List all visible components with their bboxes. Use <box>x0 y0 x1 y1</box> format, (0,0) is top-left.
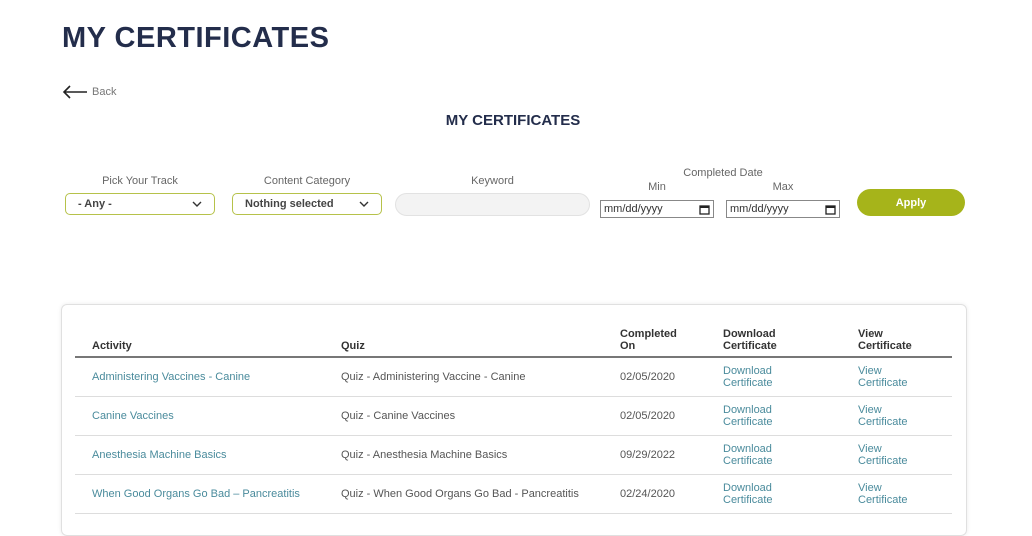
chevron-down-icon <box>359 201 369 207</box>
download-certificate-link[interactable]: Download Certificate <box>723 365 783 389</box>
table-row: When Good Organs Go Bad – Pancreatitis Q… <box>75 474 952 514</box>
header-quiz: Quiz <box>324 319 603 358</box>
min-date-input[interactable]: mm/dd/yyyy <box>600 200 714 218</box>
header-download: Download Certificate <box>706 319 841 358</box>
track-label: Pick Your Track <box>102 175 178 187</box>
quiz-cell: Quiz - Administering Vaccine - Canine <box>324 357 603 397</box>
table-row: Anesthesia Machine Basics Quiz - Anesthe… <box>75 435 952 475</box>
table-row: Administering Vaccines - Canine Quiz - A… <box>75 357 952 397</box>
download-certificate-link[interactable]: Download Certificate <box>723 404 783 428</box>
header-completed-on: Completed On <box>603 319 706 358</box>
quiz-cell: Quiz - Canine Vaccines <box>324 396 603 436</box>
chevron-down-icon <box>192 201 202 207</box>
calendar-icon[interactable] <box>699 204 710 215</box>
section-title: MY CERTIFICATES <box>445 112 581 129</box>
calendar-icon[interactable] <box>825 204 836 215</box>
completed-date-cell: 02/24/2020 <box>603 474 706 514</box>
back-link[interactable]: Back <box>62 85 116 99</box>
category-select[interactable]: Nothing selected <box>232 193 382 215</box>
min-date-placeholder: mm/dd/yyyy <box>604 203 663 215</box>
activity-link[interactable]: Administering Vaccines - Canine <box>92 371 250 383</box>
completed-date-cell: 02/05/2020 <box>603 357 706 397</box>
apply-button[interactable]: Apply <box>857 189 965 216</box>
view-certificate-link[interactable]: View Certificate <box>858 404 918 428</box>
arrow-left-icon <box>62 85 87 99</box>
category-value: Nothing selected <box>245 198 334 210</box>
completed-date-cell: 02/05/2020 <box>603 396 706 436</box>
header-view: View Certificate <box>841 319 952 358</box>
back-label: Back <box>92 86 117 98</box>
activity-link[interactable]: Canine Vaccines <box>92 410 174 422</box>
certificates-card: Activity Quiz Completed On Download Cert… <box>61 304 967 536</box>
view-certificate-link[interactable]: View Certificate <box>858 365 918 389</box>
completed-date-label: Completed Date <box>683 167 763 179</box>
min-label: Min <box>648 181 666 193</box>
activity-link[interactable]: Anesthesia Machine Basics <box>92 449 227 461</box>
table-row: Canine Vaccines Quiz - Canine Vaccines 0… <box>75 396 952 436</box>
category-label: Content Category <box>263 175 351 187</box>
max-date-input[interactable]: mm/dd/yyyy <box>726 200 840 218</box>
quiz-cell: Quiz - Anesthesia Machine Basics <box>324 435 603 475</box>
track-value: - Any - <box>78 198 112 210</box>
download-certificate-link[interactable]: Download Certificate <box>723 443 783 467</box>
activity-link[interactable]: When Good Organs Go Bad – Pancreatitis <box>92 488 300 500</box>
track-select[interactable]: - Any - <box>65 193 215 215</box>
header-activity: Activity <box>75 319 324 358</box>
max-label: Max <box>772 181 794 193</box>
view-certificate-link[interactable]: View Certificate <box>858 443 918 467</box>
download-certificate-link[interactable]: Download Certificate <box>723 482 783 506</box>
certificates-table: Activity Quiz Completed On Download Cert… <box>75 319 952 514</box>
max-date-placeholder: mm/dd/yyyy <box>730 203 789 215</box>
quiz-cell: Quiz - When Good Organs Go Bad - Pancrea… <box>324 474 603 514</box>
keyword-label: Keyword <box>471 175 514 187</box>
view-certificate-link[interactable]: View Certificate <box>858 482 918 506</box>
completed-date-cell: 09/29/2022 <box>603 435 706 475</box>
page-title: MY CERTIFICATES <box>62 22 330 54</box>
keyword-input[interactable] <box>395 193 590 216</box>
